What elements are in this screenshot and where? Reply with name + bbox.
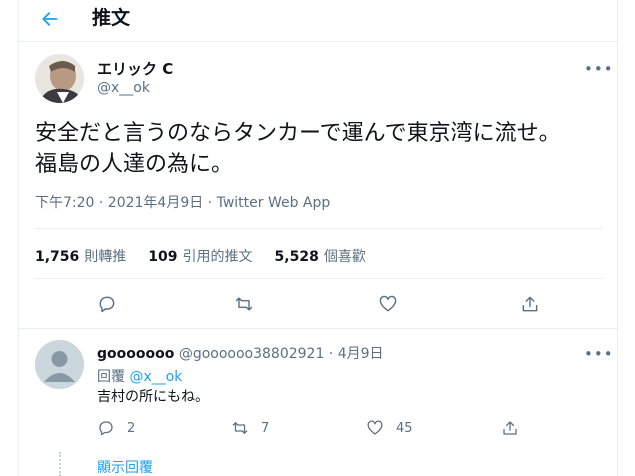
tweet-text-line: 福島の人達の為に。	[35, 152, 234, 177]
tweet-text-line: 安全だと言うのならタンカーで運んで東京湾に流せ。	[35, 121, 561, 146]
like-button[interactable]	[374, 290, 402, 318]
tweet-detail-panel: 推文 エリック C @x__ok ••• 安全だと言うのならタンカーで運んで東京…	[18, 0, 619, 476]
quotes-count: 109	[148, 249, 178, 265]
back-arrow-icon	[42, 12, 58, 26]
reply-icon	[99, 296, 115, 313]
divider	[35, 278, 603, 279]
default-avatar-icon	[35, 340, 84, 389]
retweet-button[interactable]	[230, 290, 258, 318]
more-icon[interactable]: •••	[584, 345, 614, 363]
quotes-stat[interactable]: 109 引用的推文	[148, 246, 252, 266]
likes-label: 個喜歡	[323, 249, 366, 265]
retweets-label: 則轉推	[84, 249, 127, 265]
reply-reply-count: 2	[127, 420, 136, 436]
tweet-stats: 1,756 則轉推 109 引用的推文 5,528 個喜歡	[35, 246, 366, 266]
share-icon	[503, 421, 517, 435]
thread-line	[59, 452, 61, 476]
share-icon	[522, 296, 538, 312]
retweet-icon	[235, 297, 253, 311]
show-replies-link[interactable]: 顯示回覆	[97, 457, 153, 476]
reply-author[interactable]: gooooooo @goooooo38802921 · 4月9日	[97, 343, 384, 363]
share-button[interactable]	[516, 290, 544, 318]
divider	[19, 328, 619, 329]
reply-author-name: gooooooo	[97, 346, 175, 362]
reply-like-button[interactable]: 45	[366, 419, 413, 437]
top-bar: 推文	[19, 0, 619, 42]
replying-prefix: 回覆	[97, 369, 125, 385]
reply-share-button[interactable]	[501, 419, 531, 437]
retweets-count: 1,756	[35, 249, 80, 265]
avatar-image	[35, 54, 84, 103]
author-name[interactable]: エリック C	[97, 58, 173, 79]
replying-to-handle[interactable]: @x__ok	[129, 369, 182, 385]
likes-count: 5,528	[274, 249, 319, 265]
page-title: 推文	[92, 7, 131, 29]
reply-like-count: 45	[396, 420, 413, 436]
replying-to: 回覆 @x__ok	[97, 366, 182, 386]
back-button[interactable]	[37, 6, 63, 32]
divider	[35, 228, 603, 229]
retweet-icon	[232, 422, 248, 434]
tweet-timestamp[interactable]: 下午7:20 · 2021年4月9日 · Twitter Web App	[35, 192, 330, 212]
reply-avatar[interactable]	[35, 340, 84, 389]
reply-reply-button[interactable]: 2	[97, 419, 135, 437]
reply-icon	[99, 421, 113, 436]
more-icon[interactable]: •••	[584, 60, 614, 78]
avatar[interactable]	[35, 54, 84, 103]
quotes-label: 引用的推文	[182, 249, 253, 265]
retweets-stat[interactable]: 1,756 則轉推	[35, 246, 126, 266]
author-handle[interactable]: @x__ok	[97, 80, 150, 96]
reply-author-handle-time: @goooooo38802921 · 4月9日	[178, 346, 384, 362]
like-icon	[367, 420, 383, 435]
reply-text: 吉村の所にもね。	[97, 389, 209, 405]
likes-stat[interactable]: 5,528 個喜歡	[275, 246, 366, 266]
reply-retweet-count: 7	[261, 420, 270, 436]
reply-retweet-button[interactable]: 7	[231, 419, 269, 437]
reply-button[interactable]	[93, 290, 121, 318]
like-icon	[379, 295, 397, 312]
tweet-text: 安全だと言うのならタンカーで運んで東京湾に流せ。 福島の人達の為に。	[35, 118, 605, 180]
